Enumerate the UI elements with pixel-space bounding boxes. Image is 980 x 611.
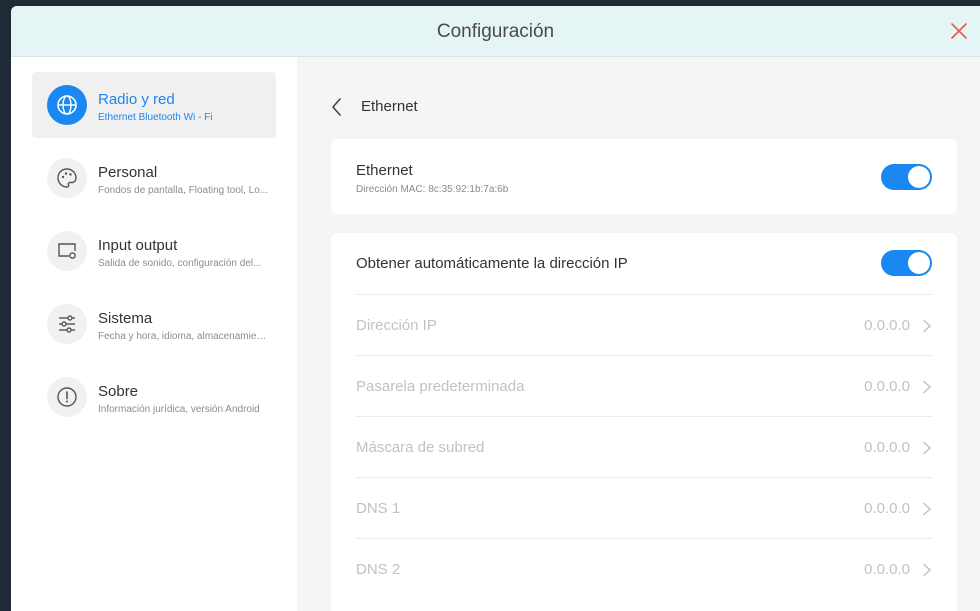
sidebar-item-subtitle: Salida de sonido, configuración del... xyxy=(98,258,262,269)
close-button[interactable] xyxy=(948,20,970,42)
content-panel: Ethernet Ethernet Dirección MAC: 8c:35:9… xyxy=(297,57,980,611)
close-icon xyxy=(951,23,967,39)
sidebar-item-title: Sistema xyxy=(98,310,153,327)
sidebar-item-sistema[interactable]: Sistema Fecha y hora, idioma, almacenami… xyxy=(32,291,276,357)
row-value: 0.0.0.0 xyxy=(864,439,910,456)
row-label: Máscara de subred xyxy=(356,439,485,456)
row-label: DNS 1 xyxy=(356,500,401,517)
ip-address-row[interactable]: Dirección IP 0.0.0.0 xyxy=(356,294,932,356)
row-value: 0.0.0.0 xyxy=(864,500,910,517)
mac-address: Dirección MAC: 8c:35:92:1b:7a:6b xyxy=(356,184,509,195)
chevron-right-icon xyxy=(923,380,932,394)
chevron-left-icon xyxy=(332,98,341,116)
chevron-right-icon xyxy=(923,502,932,516)
sidebar-item-title: Personal xyxy=(98,164,158,181)
ethernet-title: Ethernet xyxy=(356,162,413,179)
palette-icon xyxy=(47,158,87,198)
row-value: 0.0.0.0 xyxy=(864,561,910,578)
ip-settings-card: Obtener automáticamente la dirección IP … xyxy=(331,233,957,611)
sliders-icon xyxy=(47,304,87,344)
subnet-mask-row[interactable]: Máscara de subred 0.0.0.0 xyxy=(356,416,932,478)
gateway-row[interactable]: Pasarela predeterminada 0.0.0.0 xyxy=(356,355,932,417)
sidebar-item-radio-y-red[interactable]: Radio y red Ethernet Bluetooth Wi - Fi xyxy=(32,72,276,138)
chevron-right-icon xyxy=(923,319,932,333)
sidebar-item-title: Input output xyxy=(98,237,178,254)
info-icon xyxy=(47,377,87,417)
globe-icon xyxy=(47,85,87,125)
page-heading: Ethernet xyxy=(361,98,418,115)
monitor-settings-icon xyxy=(47,231,87,271)
settings-window: Configuración Radio y red Ethernet Bluet… xyxy=(11,6,980,611)
sidebar-item-input-output[interactable]: Input output Salida de sonido, configura… xyxy=(32,218,276,284)
toggle-knob xyxy=(908,166,930,188)
chevron-right-icon xyxy=(923,441,932,455)
auto-ip-row[interactable]: Obtener automáticamente la dirección IP xyxy=(356,233,932,294)
row-label: Dirección IP xyxy=(356,317,437,334)
sidebar: Radio y red Ethernet Bluetooth Wi - Fi P… xyxy=(11,57,297,611)
chevron-right-icon xyxy=(923,563,932,577)
row-label: DNS 2 xyxy=(356,561,401,578)
sidebar-item-title: Radio y red xyxy=(98,91,175,108)
title-bar: Configuración xyxy=(11,6,980,57)
sidebar-item-subtitle: Fecha y hora, idioma, almacenamien... xyxy=(98,331,270,342)
dns1-row[interactable]: DNS 1 0.0.0.0 xyxy=(356,477,932,539)
sidebar-item-sobre[interactable]: Sobre Información jurídica, versión Andr… xyxy=(32,364,276,430)
auto-ip-label: Obtener automáticamente la dirección IP xyxy=(356,255,628,272)
auto-ip-toggle[interactable] xyxy=(881,250,932,276)
row-value: 0.0.0.0 xyxy=(864,317,910,334)
toggle-knob xyxy=(908,252,930,274)
window-title: Configuración xyxy=(436,21,555,42)
ethernet-card: Ethernet Dirección MAC: 8c:35:92:1b:7a:6… xyxy=(331,139,957,214)
dns2-row[interactable]: DNS 2 0.0.0.0 xyxy=(356,538,932,600)
sidebar-item-personal[interactable]: Personal Fondos de pantalla, Floating to… xyxy=(32,145,276,211)
row-label: Pasarela predeterminada xyxy=(356,378,525,395)
sidebar-item-subtitle: Información jurídica, versión Android xyxy=(98,404,260,415)
back-button[interactable] xyxy=(329,97,345,117)
sidebar-item-subtitle: Ethernet Bluetooth Wi - Fi xyxy=(98,112,213,123)
sidebar-item-subtitle: Fondos de pantalla, Floating tool, Lo... xyxy=(98,185,269,196)
sidebar-item-title: Sobre xyxy=(98,383,139,400)
row-value: 0.0.0.0 xyxy=(864,378,910,395)
ethernet-toggle[interactable] xyxy=(881,164,932,190)
